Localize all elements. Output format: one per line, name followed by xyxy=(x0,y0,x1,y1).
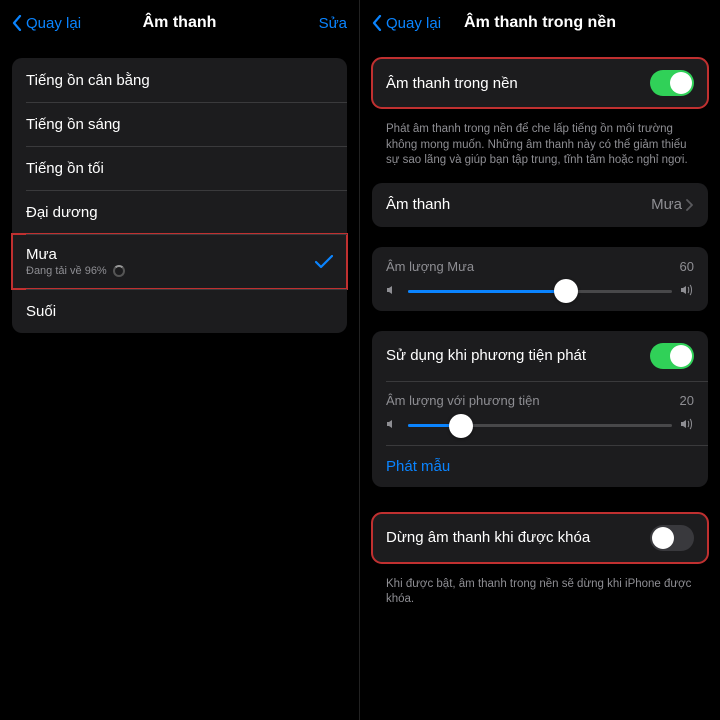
lock-label: Dừng âm thanh khi được khóa xyxy=(386,529,650,546)
lock-group: Dừng âm thanh khi được khóa xyxy=(372,513,708,563)
back-button[interactable]: Quay lại xyxy=(12,15,81,32)
checkmark-icon xyxy=(315,255,333,269)
volume-head: Âm lượng Mưa 60 xyxy=(386,259,694,274)
sound-item-selected[interactable]: Mưa Đang tải về 96% xyxy=(12,234,347,289)
page-title: Âm thanh trong nền xyxy=(464,14,616,32)
content-right: Âm thanh trong nền Phát âm thanh trong n… xyxy=(360,44,720,720)
sound-item[interactable]: Tiếng ồn tối xyxy=(12,146,347,190)
slider-thumb[interactable] xyxy=(554,279,578,303)
slider-thumb[interactable] xyxy=(449,414,473,438)
sound-label: Đại dương xyxy=(26,204,333,221)
download-text: Đang tải về 96% xyxy=(26,265,107,277)
sound-item[interactable]: Đại dương xyxy=(12,190,347,234)
sound-select-row[interactable]: Âm thanh Mưa xyxy=(372,183,708,227)
download-status: Đang tải về 96% xyxy=(26,265,315,277)
spinner-icon xyxy=(113,265,125,277)
volume-slider[interactable] xyxy=(386,284,694,299)
bg-sound-row[interactable]: Âm thanh trong nền xyxy=(372,58,708,108)
volume-row: Âm lượng Mưa 60 xyxy=(372,247,708,311)
sound-select-label: Âm thanh xyxy=(386,196,651,213)
slider-bar[interactable] xyxy=(408,424,672,427)
sound-label: Tiếng ồn tối xyxy=(26,160,333,177)
sound-label: Mưa xyxy=(26,246,315,263)
sound-item[interactable]: Tiếng ồn sáng xyxy=(12,102,347,146)
chevron-back-icon xyxy=(12,15,22,31)
volume-high-icon xyxy=(680,418,694,433)
media-group: Sử dụng khi phương tiện phát Âm lượng vớ… xyxy=(372,331,708,487)
media-volume-row: Âm lượng với phương tiện 20 xyxy=(372,381,708,445)
media-volume-value: 20 xyxy=(680,393,694,408)
volume-label: Âm lượng Mưa xyxy=(386,259,474,274)
back-label: Quay lại xyxy=(26,15,81,32)
bg-sound-group: Âm thanh trong nền xyxy=(372,58,708,108)
back-label: Quay lại xyxy=(386,15,441,32)
media-volume-head: Âm lượng với phương tiện 20 xyxy=(386,393,694,408)
lock-desc: Khi được bật, âm thanh trong nền sẽ dừng… xyxy=(372,571,708,622)
volume-value: 60 xyxy=(680,259,694,274)
lock-row[interactable]: Dừng âm thanh khi được khóa xyxy=(372,513,708,563)
slider-bar[interactable] xyxy=(408,290,672,293)
media-toggle-label: Sử dụng khi phương tiện phát xyxy=(386,347,650,364)
page-title: Âm thanh xyxy=(143,14,217,32)
chevron-right-icon xyxy=(686,199,694,211)
sound-label: Tiếng ồn cân bằng xyxy=(26,72,333,89)
media-toggle[interactable] xyxy=(650,343,694,369)
bg-sound-label: Âm thanh trong nền xyxy=(386,75,650,92)
media-toggle-row[interactable]: Sử dụng khi phương tiện phát xyxy=(372,331,708,381)
back-button[interactable]: Quay lại xyxy=(372,15,441,32)
media-volume-label: Âm lượng với phương tiện xyxy=(386,393,540,408)
lock-toggle[interactable] xyxy=(650,525,694,551)
chevron-back-icon xyxy=(372,15,382,31)
bg-sound-desc: Phát âm thanh trong nền để che lấp tiếng… xyxy=(372,116,708,183)
sound-item[interactable]: Tiếng ồn cân bằng xyxy=(12,58,347,102)
media-volume-slider[interactable] xyxy=(386,418,694,433)
content-left: Tiếng ồn cân bằng Tiếng ồn sáng Tiếng ồn… xyxy=(0,44,359,720)
sound-select-group: Âm thanh Mưa xyxy=(372,183,708,227)
phone-left: Quay lại Âm thanh Sửa Tiếng ồn cân bằng … xyxy=(0,0,360,720)
volume-low-icon xyxy=(386,284,400,299)
sound-list: Tiếng ồn cân bằng Tiếng ồn sáng Tiếng ồn… xyxy=(12,58,347,333)
play-sample-button[interactable]: Phát mẫu xyxy=(372,446,708,487)
bg-sound-toggle[interactable] xyxy=(650,70,694,96)
sound-select-value: Mưa xyxy=(651,196,682,213)
phone-right: Quay lại Âm thanh trong nền Âm thanh tro… xyxy=(360,0,720,720)
edit-button[interactable]: Sửa xyxy=(319,15,347,32)
sound-col: Mưa Đang tải về 96% xyxy=(26,246,315,277)
volume-group: Âm lượng Mưa 60 xyxy=(372,247,708,311)
sound-label: Tiếng ồn sáng xyxy=(26,116,333,133)
sound-item[interactable]: Suối xyxy=(12,289,347,333)
volume-low-icon xyxy=(386,418,400,433)
volume-high-icon xyxy=(680,284,694,299)
navbar-right: Quay lại Âm thanh trong nền xyxy=(360,0,720,44)
sound-label: Suối xyxy=(26,303,333,320)
slider-fill xyxy=(408,290,566,293)
navbar-left: Quay lại Âm thanh Sửa xyxy=(0,0,359,44)
